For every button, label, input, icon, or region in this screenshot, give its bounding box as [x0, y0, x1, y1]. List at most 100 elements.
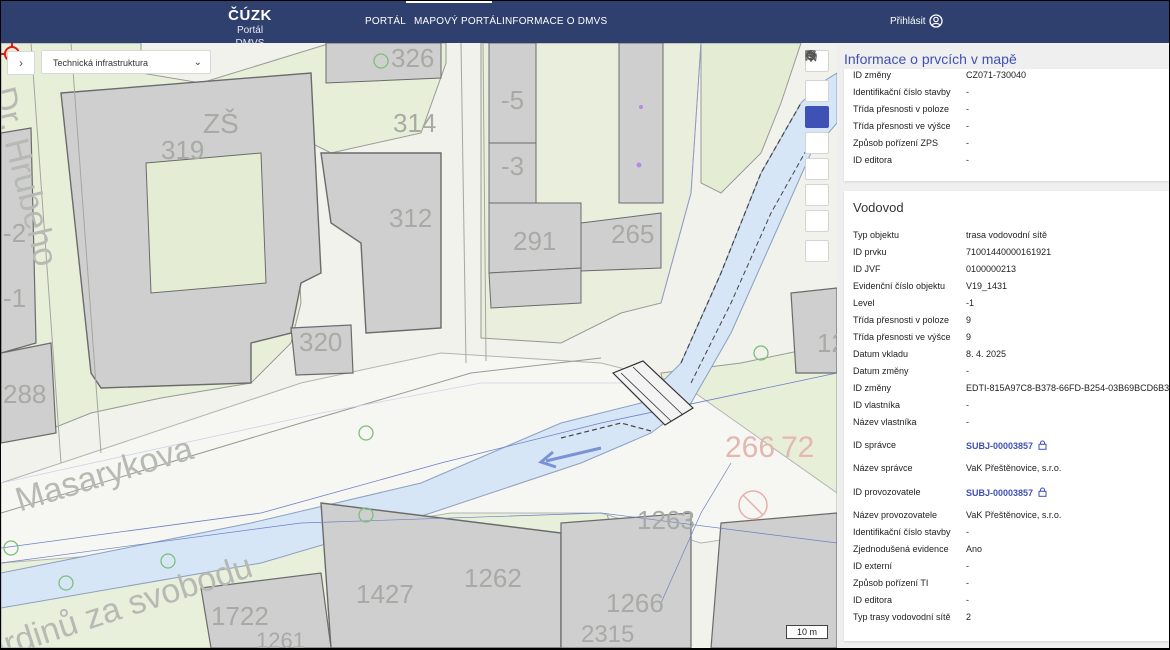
parcel-label: 266: [725, 431, 776, 464]
expand-panel-button[interactable]: ›: [7, 51, 35, 75]
attr-value: -: [966, 138, 969, 148]
attr-label: Třída přesnosti v poloze: [853, 104, 950, 114]
chevron-right-icon: ›: [19, 56, 23, 70]
attr-value: -: [966, 417, 969, 427]
location-button[interactable]: [805, 50, 829, 180]
logo-mark: ČÚZK: [228, 7, 272, 24]
attr-label: Evidenční číslo objektu: [853, 281, 946, 291]
attr-value: -: [966, 578, 969, 588]
attr-value: trasa vodovodní sítě: [966, 230, 1048, 240]
parcel-label: 1266: [606, 588, 664, 618]
layers-button[interactable]: [805, 50, 829, 102]
map-scale-bar: 10 m: [786, 625, 828, 639]
attr-label: ID změny: [853, 70, 892, 80]
attr-value: -1: [966, 298, 975, 308]
attr-value: -: [966, 527, 969, 537]
attr-label: Typ trasy vodovodní sítě: [853, 612, 951, 622]
nav-active-indicator: [406, 1, 492, 3]
attr-label: ID provozovatele: [853, 487, 921, 497]
attr-value: -: [966, 366, 969, 376]
attr-value: V19_1431: [966, 281, 1008, 291]
parcel-label: 72: [781, 431, 815, 464]
attr-label: Název správce: [853, 463, 913, 473]
user-account-icon[interactable]: [929, 14, 943, 28]
panel-title: Informace o prvcích v mapě: [844, 51, 1017, 67]
login-link[interactable]: Přihlásit: [890, 16, 926, 27]
map-toolbar: [805, 50, 829, 266]
attr-label: ID externí: [853, 561, 893, 571]
parcel-label: 12: [817, 328, 837, 358]
nav-dmvs-info[interactable]: INFORMACE O DMVS: [502, 16, 607, 27]
attr-label: Typ objektu: [853, 230, 900, 240]
attr-value: CZ071-730040: [966, 70, 1027, 80]
attr-value: 2: [966, 612, 972, 622]
chevron-down-icon: ⌄: [193, 57, 202, 68]
attr-value: -: [966, 121, 969, 131]
attr-value: -: [966, 104, 969, 114]
attr-label: Level: [853, 298, 875, 308]
map-canvas[interactable]: 326 314 -5 -3 ZŠ 319 312 291 265 -2 -1 3…: [1, 43, 837, 648]
attr-label: Název provozovatele: [853, 510, 938, 520]
attr-label: Zjednodušená evidence: [853, 544, 949, 554]
measure-button[interactable]: [805, 53, 829, 206]
lock-icon: [1038, 487, 1047, 497]
attr-value: -: [966, 400, 969, 410]
attr-value: 9: [966, 315, 972, 325]
parcel-label: 1261: [256, 628, 305, 648]
attr-label: ID správce: [853, 440, 897, 450]
attr-value: -: [966, 595, 969, 605]
attr-label: Datum vkladu: [853, 349, 909, 359]
my-location-button[interactable]: [805, 50, 829, 262]
attr-value: Ano: [966, 544, 983, 554]
attr-label: Identifikační číslo stavby: [853, 87, 951, 97]
parcel-label: 312: [389, 203, 433, 233]
info-button[interactable]: [805, 50, 829, 128]
parcel-label: 1263: [637, 505, 695, 535]
attr-label: Třída přesnosti ve výšce: [853, 332, 951, 342]
parcel-label: 288: [3, 379, 47, 409]
crosshair-icon: [805, 50, 817, 62]
parcel-label: 1262: [464, 563, 522, 593]
search-button[interactable]: [805, 50, 829, 232]
legend-button[interactable]: [805, 52, 829, 154]
nav-portal[interactable]: PORTÁL: [365, 16, 406, 27]
parcel-label: -3: [501, 151, 525, 181]
manager-id-link[interactable]: SUBJ-00003857: [966, 440, 1047, 451]
top-navigation-bar: ČÚZK Portál DMVS PORTÁL MAPOVÝ PORTÁL IN…: [1, 1, 1169, 49]
attr-label: Třída přesnosti ve výšce: [853, 121, 951, 131]
parcel-label: 291: [513, 226, 557, 256]
manager-id-value: SUBJ-00003857: [966, 441, 1034, 451]
layer-select-value: Technická infrastruktura: [53, 58, 149, 68]
attr-value: 0100000213: [966, 264, 1017, 274]
parcel-label: 319: [161, 135, 205, 165]
school-label: ZŠ: [203, 108, 239, 139]
attr-label: Způsob pořízení TI: [853, 578, 929, 588]
attr-label: ID vlastníka: [853, 400, 901, 410]
attr-label: ID editora: [853, 595, 893, 605]
attr-label: ID prvku: [853, 247, 887, 257]
attr-value: VaK Přeštěnovice, s.r.o.: [966, 463, 1062, 473]
operator-id-link[interactable]: SUBJ-00003857: [966, 487, 1047, 498]
nav-map-portal[interactable]: MAPOVÝ PORTÁL: [414, 16, 502, 27]
attr-value: EDTI-815A97C8-B378-66FD-B254-03B69BCD6B3…: [966, 383, 1169, 393]
attr-value: -: [966, 155, 969, 165]
attr-label: ID JVF: [853, 264, 881, 274]
lock-icon: [1038, 440, 1047, 450]
layer-select[interactable]: Technická infrastruktura ⌄: [41, 50, 211, 74]
parcel-label: 320: [299, 327, 343, 357]
feature-card-vodovod: Vodovod Typ objektu trasa vodovodní sítě…: [844, 191, 1169, 641]
attr-label: ID editora: [853, 155, 893, 165]
parcel-label: -5: [501, 85, 525, 115]
attr-label: Datum změny: [853, 366, 909, 376]
attr-label: Třída přesnosti v poloze: [853, 315, 950, 325]
attr-label: Způsob pořízení ZPS: [853, 138, 939, 148]
parcel-label: 314: [393, 108, 437, 138]
parcel-label: 1427: [356, 579, 414, 609]
feature-card-previous: ID změny CZ071-730040 Identifikační čísl…: [844, 69, 1169, 181]
parcel-label: 265: [611, 219, 655, 249]
attr-value: 9: [966, 332, 972, 342]
attr-label: Název vlastníka: [853, 417, 917, 427]
parcel-label: -1: [3, 283, 27, 313]
attr-value: 71001440000161921: [966, 247, 1052, 257]
parcel-label: 2315: [581, 621, 635, 648]
